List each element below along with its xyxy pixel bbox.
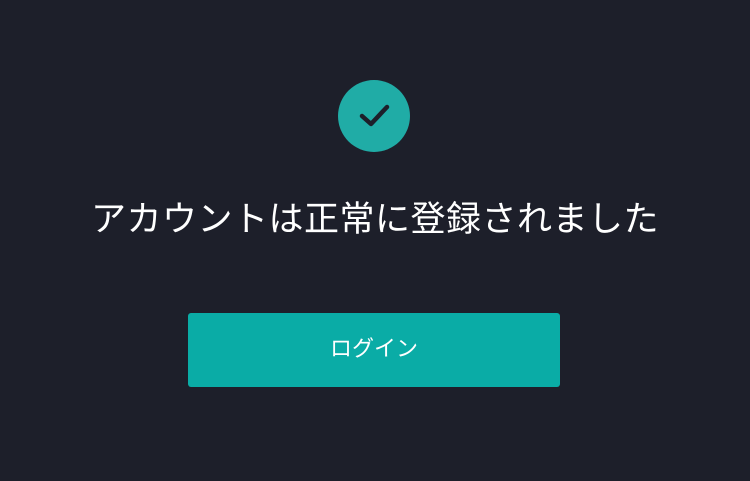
registration-success-screen: アカウントは正常に登録されました ログイン (0, 0, 750, 481)
success-check-icon (338, 80, 410, 152)
check-icon (359, 104, 390, 127)
login-button[interactable]: ログイン (188, 313, 560, 387)
success-message: アカウントは正常に登録されました (90, 200, 659, 240)
